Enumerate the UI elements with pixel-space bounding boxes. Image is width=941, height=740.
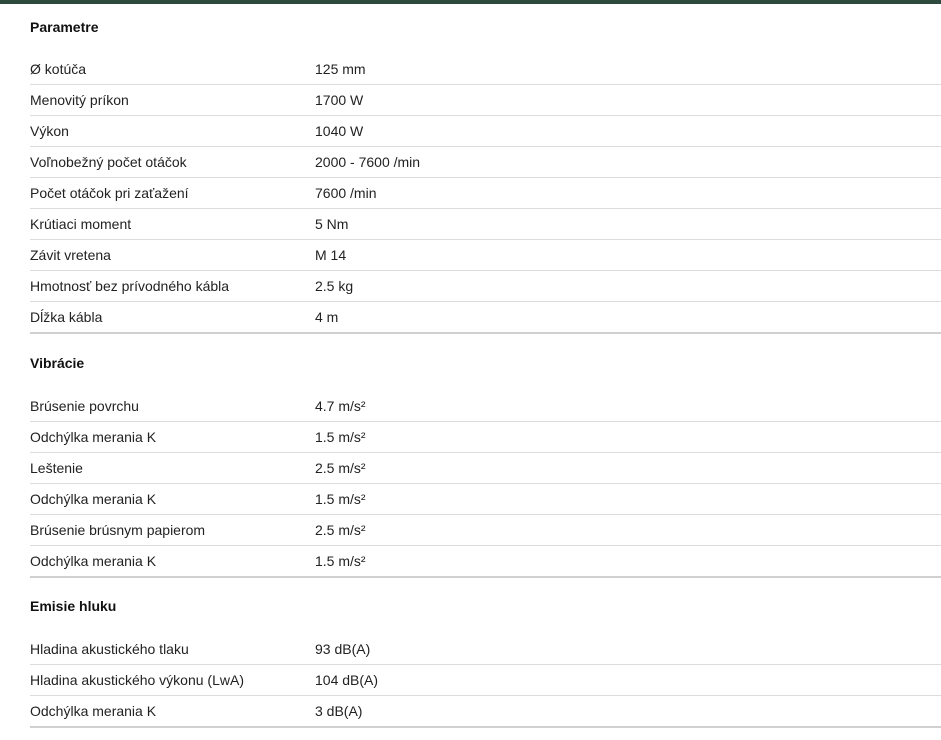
spec-value: 1.5 m/s² <box>315 429 366 445</box>
section-title-vibracie: Vibrácie <box>30 355 85 371</box>
spec-value: 1.5 m/s² <box>315 553 366 569</box>
spec-value: 2.5 m/s² <box>315 522 366 538</box>
spec-row: Dĺžka kábla 4 m <box>30 302 941 334</box>
spec-row: Menovitý príkon 1700 W <box>30 85 941 116</box>
spec-label: Menovitý príkon <box>30 92 129 108</box>
spec-row: Ø kotúča 125 mm <box>30 54 941 85</box>
spec-label: Krútiaci moment <box>30 216 132 232</box>
spec-label: Počet otáčok pri zaťažení <box>30 185 189 201</box>
spec-row: Odchýlka merania K 1.5 m/s² <box>30 546 941 578</box>
spec-value: 1040 W <box>315 123 364 139</box>
top-accent-bar <box>0 0 941 4</box>
section-rows-parametre: Ø kotúča 125 mm Menovitý príkon 1700 W Výk… <box>30 54 941 334</box>
spec-row: Hladina akustického výkonu (LwA) 104 dB(A… <box>30 665 941 696</box>
spec-label: Odchýlka merania K <box>30 553 157 569</box>
spec-row: Odchýlka merania K 1.5 m/s² <box>30 484 941 515</box>
spec-row: Závit vretena M 14 <box>30 240 941 271</box>
spec-value: 93 dB(A) <box>315 641 371 657</box>
spec-value: 2.5 kg <box>315 278 354 294</box>
spec-row: Brúsenie povrchu 4.7 m/s² <box>30 391 941 422</box>
spec-label: Hladina akustického výkonu (LwA) <box>30 672 244 688</box>
spec-value: 7600 /min <box>315 185 377 201</box>
spec-row: Brúsenie brúsnym papierom 2.5 m/s² <box>30 515 941 546</box>
spec-value: M 14 <box>315 247 347 263</box>
spec-value: 4 m <box>315 309 339 325</box>
section-rows-vibracie: Brúsenie povrchu 4.7 m/s² Odchýlka merani… <box>30 391 941 578</box>
spec-row: Voľnobežný počet otáčok 2000 - 7600 /min <box>30 147 941 178</box>
spec-row: Hmotnosť bez prívodného kábla 2.5 kg <box>30 271 941 302</box>
spec-label: Dĺžka kábla <box>30 309 103 325</box>
spec-value: 2000 - 7600 /min <box>315 154 421 170</box>
spec-label: Hladina akustického tlaku <box>30 641 189 657</box>
spec-value: 125 mm <box>315 61 366 77</box>
spec-label: Ø kotúča <box>30 61 87 77</box>
section-title-parametre: Parametre <box>30 19 99 35</box>
spec-value: 1.5 m/s² <box>315 491 366 507</box>
spec-row: Odchýlka merania K 3 dB(A) <box>30 696 941 728</box>
spec-value: 1700 W <box>315 92 364 108</box>
spec-value: 2.5 m/s² <box>315 460 366 476</box>
spec-label: Závit vretena <box>30 247 111 263</box>
spec-row: Výkon 1040 W <box>30 116 941 147</box>
section-rows-emisie-hluku: Hladina akustického tlaku 93 dB(A) Hladin… <box>30 634 941 728</box>
spec-row: Odchýlka merania K 1.5 m/s² <box>30 422 941 453</box>
section-title-emisie-hluku: Emisie hluku <box>30 598 117 614</box>
spec-label: Brúsenie brúsnym papierom <box>30 522 206 538</box>
spec-row: Krútiaci moment 5 Nm <box>30 209 941 240</box>
spec-row: Hladina akustického tlaku 93 dB(A) <box>30 634 941 665</box>
spec-value: 3 dB(A) <box>315 703 363 719</box>
spec-label: Odchýlka merania K <box>30 429 157 445</box>
spec-label: Hmotnosť bez prívodného kábla <box>30 278 230 294</box>
spec-label: Leštenie <box>30 460 83 476</box>
spec-row: Leštenie 2.5 m/s² <box>30 453 941 484</box>
spec-value: 104 dB(A) <box>315 672 379 688</box>
spec-row: Počet otáčok pri zaťažení 7600 /min <box>30 178 941 209</box>
spec-label: Odchýlka merania K <box>30 491 157 507</box>
spec-label: Odchýlka merania K <box>30 703 157 719</box>
spec-value: 4.7 m/s² <box>315 398 366 414</box>
spec-label: Výkon <box>30 123 69 139</box>
spec-label: Brúsenie povrchu <box>30 398 139 414</box>
spec-value: 5 Nm <box>315 216 349 232</box>
spec-label: Voľnobežný počet otáčok <box>30 154 187 170</box>
